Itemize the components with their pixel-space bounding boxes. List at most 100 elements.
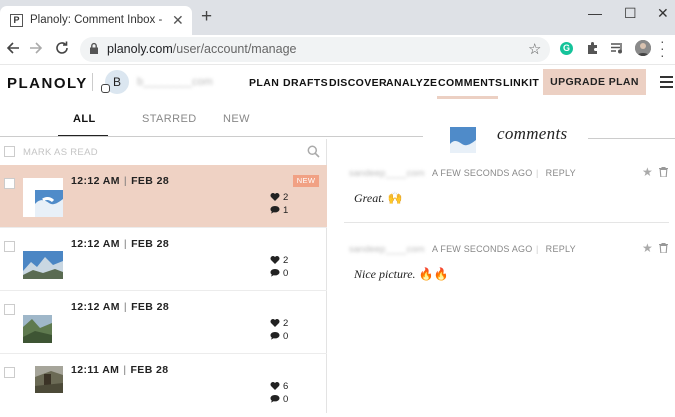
list-item[interactable]: 12:11 AM | FEB 28 6 0 [0, 354, 327, 417]
post-thumbnail [23, 251, 63, 279]
nav-analyze[interactable]: ANALYZE [386, 77, 437, 89]
comments-count: 0 [270, 394, 288, 405]
url-host: planoly.com [107, 42, 173, 56]
selected-post-thumbnail [450, 127, 476, 153]
post-time: 12:12 AM [71, 301, 120, 313]
address-bar[interactable]: planoly.com/user/account/manage ☆ [80, 37, 550, 62]
post-time: 12:12 AM [71, 238, 120, 250]
new-badge: NEW [293, 175, 319, 187]
comments-value: 0 [283, 331, 289, 342]
nav-drafts[interactable]: DRAFTS [283, 77, 328, 89]
url-path: /user/account/manage [172, 42, 297, 56]
list-item[interactable]: 12:12 AM | FEB 28 NEW 2 1 [0, 165, 327, 228]
brand-divider [92, 73, 93, 91]
comment-body: Nice picture. [354, 267, 416, 281]
lock-icon [90, 42, 98, 54]
hamburger-menu-icon[interactable] [660, 76, 673, 91]
mark-as-read-button[interactable]: MARK AS READ [23, 147, 98, 158]
post-date: FEB 28 [130, 364, 169, 376]
post-timestamp: 12:12 AM | FEB 28 [71, 175, 170, 187]
star-icon[interactable]: ★ [642, 241, 653, 255]
post-time: 12:11 AM [71, 364, 120, 376]
media-icon[interactable] [610, 41, 625, 55]
comment-emoji: 🙌 [387, 191, 403, 205]
filter-tabs: ALL STARRED NEW [0, 98, 675, 138]
comment-post-list: MARK AS READ 12:12 AM | FEB 28 NEW 2 1 12:… [0, 139, 327, 413]
comments-count: 0 [270, 268, 288, 279]
filter-divider [0, 136, 423, 137]
likes-value: 6 [283, 381, 289, 392]
comments-value: 0 [283, 394, 289, 405]
tab-new[interactable]: NEW [223, 113, 250, 125]
comment-emoji: 🔥🔥 [418, 267, 449, 281]
reload-icon[interactable] [54, 40, 70, 56]
comments-value: 1 [283, 205, 289, 216]
comment-username[interactable]: sandeep____com [349, 244, 425, 255]
likes-count: 2 [270, 192, 288, 203]
row-checkbox[interactable] [4, 178, 15, 189]
likes-value: 2 [283, 192, 289, 203]
reply-button[interactable]: REPLY [536, 168, 576, 178]
comment-body: Great. [354, 191, 385, 205]
trash-icon[interactable] [659, 167, 668, 177]
browser-tab[interactable]: P Planoly: Comment Inbox - Manage ✕ [0, 6, 192, 35]
comments-heading: comments [497, 124, 568, 143]
upgrade-plan-button[interactable]: UPGRADE PLAN [543, 69, 646, 95]
tab-close-icon[interactable]: ✕ [172, 12, 184, 29]
likes-value: 2 [283, 318, 289, 329]
post-thumbnail [23, 315, 52, 343]
post-date: FEB 28 [131, 238, 170, 250]
likes-count: 2 [270, 255, 288, 266]
brand-logo[interactable]: PLANOLY [7, 75, 88, 92]
profile-avatar[interactable] [635, 40, 651, 56]
comments-count: 0 [270, 331, 288, 342]
nav-plan[interactable]: PLAN [249, 77, 279, 89]
likes-count: 6 [270, 381, 288, 392]
heading-rule [588, 138, 675, 139]
heart-icon [270, 256, 280, 264]
row-checkbox[interactable] [4, 241, 15, 252]
maximize-icon[interactable]: ☐ [624, 5, 637, 22]
back-icon[interactable] [6, 40, 20, 56]
post-date: FEB 28 [131, 175, 170, 187]
trash-icon[interactable] [659, 243, 668, 253]
post-timestamp: 12:11 AM | FEB 28 [71, 364, 169, 376]
nav-discover[interactable]: DISCOVER [329, 77, 387, 89]
row-checkbox[interactable] [4, 367, 15, 378]
browser-menu-icon[interactable]: · · · [660, 34, 665, 62]
comment-icon [270, 332, 280, 340]
puzzle-icon[interactable] [586, 41, 600, 55]
select-all-checkbox[interactable] [4, 146, 15, 157]
account-name[interactable]: b________com [137, 76, 213, 88]
nav-linkit[interactable]: LINKIT [503, 77, 539, 89]
tab-starred[interactable]: STARRED [142, 113, 197, 125]
row-checkbox[interactable] [4, 304, 15, 315]
heart-icon [270, 193, 280, 201]
comment-divider [344, 222, 669, 223]
comment-username[interactable]: sandeep____com [349, 168, 425, 179]
post-time: 12:12 AM [71, 175, 120, 187]
list-item[interactable]: 12:12 AM | FEB 28 2 0 [0, 228, 327, 291]
new-tab-icon[interactable]: + [201, 7, 212, 26]
search-icon[interactable] [307, 145, 320, 158]
nav-comments[interactable]: COMMENTS [438, 77, 502, 89]
window-close-icon[interactable]: ✕ [657, 5, 669, 22]
post-date: FEB 28 [131, 301, 170, 313]
post-timestamp: 12:12 AM | FEB 28 [71, 301, 170, 313]
minimize-icon[interactable]: — [588, 5, 602, 21]
likes-count: 2 [270, 318, 288, 329]
bookmark-star-icon[interactable]: ☆ [528, 40, 541, 58]
favicon-icon: P [10, 14, 23, 27]
browser-tabstrip: P Planoly: Comment Inbox - Manage ✕ + — … [0, 0, 675, 35]
heart-icon [270, 382, 280, 390]
list-item[interactable]: 12:12 AM | FEB 28 2 0 [0, 291, 327, 354]
tab-title: Planoly: Comment Inbox - Manage [30, 14, 166, 26]
grammarly-extension-icon[interactable]: G [560, 42, 573, 55]
tab-all[interactable]: ALL [73, 113, 96, 125]
comments-count: 1 [270, 205, 288, 216]
comment-text: Nice picture. 🔥🔥 [354, 267, 448, 282]
heart-icon [270, 319, 280, 327]
reply-button[interactable]: REPLY [536, 244, 576, 254]
forward-icon[interactable] [29, 40, 43, 56]
star-icon[interactable]: ★ [642, 165, 653, 179]
